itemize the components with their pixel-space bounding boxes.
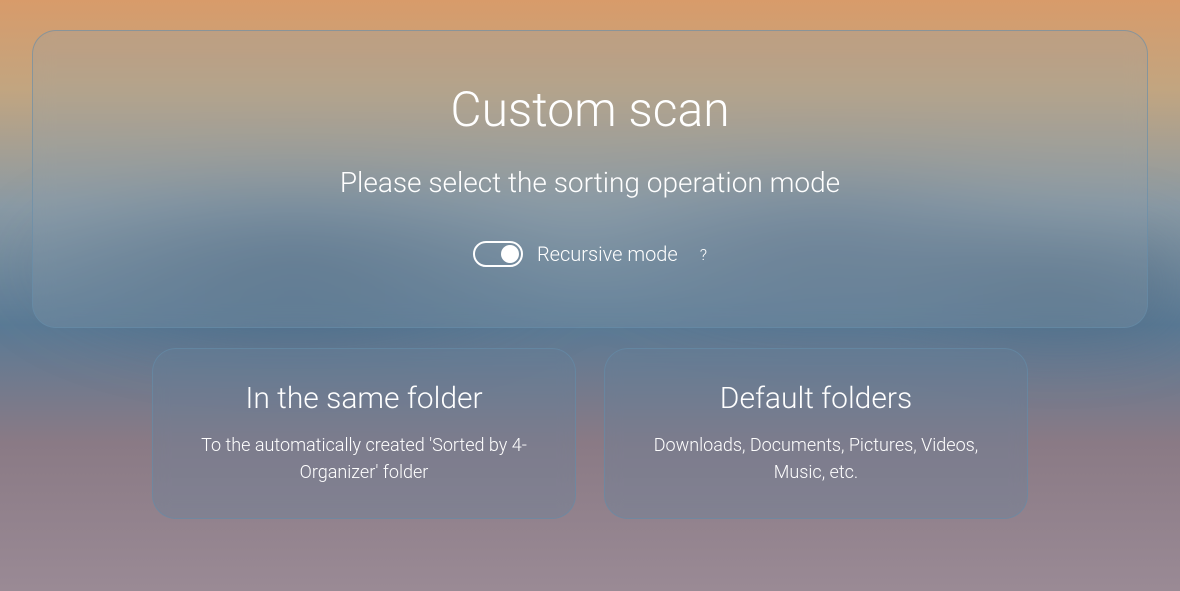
header-card: Custom scan Please select the sorting op… [32,30,1148,328]
options-row: In the same folder To the automatically … [32,348,1148,519]
page-title: Custom scan [73,81,1107,138]
option-default-folders[interactable]: Default folders Downloads, Documents, Pi… [604,348,1028,519]
option-title: In the same folder [183,381,545,416]
option-same-folder[interactable]: In the same folder To the automatically … [152,348,576,519]
page-subtitle: Please select the sorting operation mode [73,166,1107,199]
help-icon[interactable]: ? [700,245,707,264]
toggle-label: Recursive mode [537,242,678,266]
recursive-mode-toggle[interactable] [473,241,523,267]
option-title: Default folders [635,381,997,416]
toggle-row: Recursive mode ? [73,241,1107,267]
option-description: Downloads, Documents, Pictures, Videos, … [635,432,997,486]
toggle-knob-icon [501,245,519,263]
option-description: To the automatically created 'Sorted by … [183,432,545,486]
